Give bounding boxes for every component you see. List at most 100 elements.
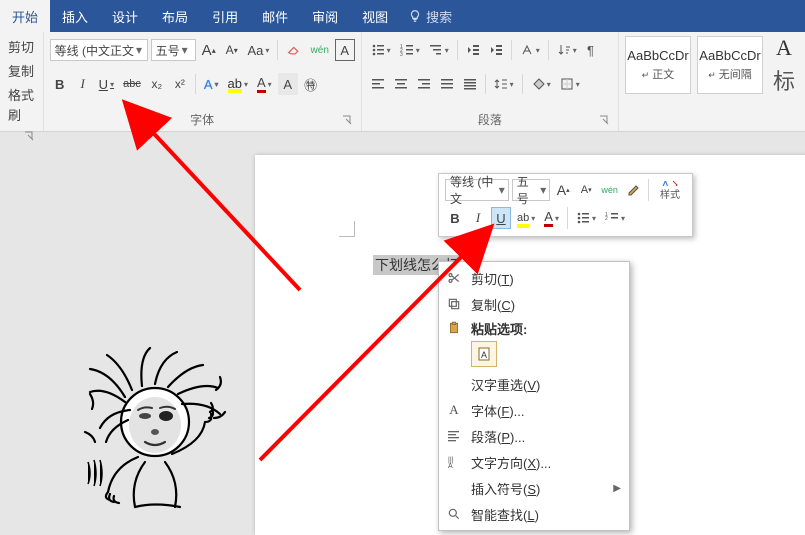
style-preview: AaBbCcDr	[699, 48, 760, 63]
paste-text-icon: A	[476, 346, 492, 362]
mini-font-color[interactable]: A	[541, 207, 562, 229]
mini-bullets[interactable]	[573, 207, 599, 229]
sort-button[interactable]	[554, 39, 580, 61]
bold-button[interactable]: B	[50, 73, 70, 95]
phonetic-guide-button[interactable]: wén	[308, 39, 332, 61]
align-right-button[interactable]	[414, 73, 434, 95]
paragraph-launcher-icon[interactable]	[598, 114, 612, 128]
tell-me-label: 搜索	[426, 7, 452, 26]
line-spacing-button[interactable]	[491, 73, 517, 95]
increase-indent-button[interactable]	[486, 39, 506, 61]
show-marks-button[interactable]: ¶	[583, 39, 603, 61]
line-spacing-icon	[494, 77, 508, 91]
shrink-font-button[interactable]: A▾	[222, 39, 242, 61]
copy-button[interactable]: 复制	[6, 60, 37, 84]
underline-button[interactable]: U	[96, 73, 117, 95]
ctx-font[interactable]: A 字体(F)...	[439, 397, 629, 423]
paragraph-group: 123 ¶	[362, 32, 619, 131]
tab-design[interactable]: 设计	[100, 0, 150, 32]
text-direction-icon: |||A	[445, 455, 463, 469]
font-size-combo[interactable]: 五号▾	[151, 39, 196, 61]
mini-font-size-combo[interactable]: 五号▾	[512, 179, 551, 201]
tab-review[interactable]: 审阅	[300, 0, 350, 32]
align-justify-button[interactable]	[437, 73, 457, 95]
font-color-button[interactable]: A	[254, 73, 275, 95]
mini-toolbar: 等线 (中文▾ 五号▾ A▴ A▾ wén A 样式 B I U ab A 12	[438, 173, 693, 237]
mini-shrink-font[interactable]: A▾	[576, 179, 596, 201]
clipboard-launcher-icon[interactable]	[23, 130, 37, 144]
paragraph-group-label: 段落	[368, 109, 612, 129]
style-normal[interactable]: AaBbCcDr ↵ 正文	[625, 36, 691, 94]
font-launcher-icon[interactable]	[341, 114, 355, 128]
multilevel-icon	[429, 43, 443, 57]
paste-keep-text-button[interactable]: A	[471, 341, 497, 367]
mini-highlight[interactable]: ab	[514, 207, 538, 229]
svg-text:A: A	[448, 463, 453, 469]
mini-phonetic[interactable]: wén	[599, 179, 620, 201]
shading-button[interactable]	[528, 73, 554, 95]
char-shading-button[interactable]: A	[278, 73, 298, 95]
format-painter-button[interactable]: 格式刷	[6, 84, 37, 128]
mini-underline[interactable]: U	[491, 207, 511, 229]
separator	[648, 179, 649, 201]
separator	[548, 40, 549, 60]
ctx-chinese-reselect[interactable]: 汉字重选(V)	[439, 371, 629, 397]
tab-insert[interactable]: 插入	[50, 0, 100, 32]
svg-text:A: A	[481, 350, 487, 360]
character-border-button[interactable]: A	[335, 39, 355, 61]
italic-button[interactable]: I	[73, 73, 93, 95]
mini-bold[interactable]: B	[445, 207, 465, 229]
ctx-paste-options: A	[439, 339, 629, 371]
borders-button[interactable]	[557, 73, 583, 95]
ctx-insert-symbol[interactable]: 插入符号(S) ▶	[439, 475, 629, 501]
mini-styles[interactable]: A 样式	[654, 179, 686, 201]
ctx-text-direction[interactable]: |||A 文字方向(X)...	[439, 449, 629, 475]
tab-home[interactable]: 开始	[0, 0, 50, 32]
numbering-icon: 123	[400, 43, 414, 57]
mini-format-painter[interactable]	[623, 179, 643, 201]
separator	[511, 40, 512, 60]
font-name-value: 等线 (中文正文	[55, 42, 134, 59]
grow-font-button[interactable]: A▴	[199, 39, 219, 61]
tell-me-search[interactable]: 搜索	[400, 0, 452, 32]
borders-icon	[560, 77, 574, 91]
align-distribute-button[interactable]	[460, 73, 480, 95]
mini-numbering[interactable]: 12	[602, 207, 628, 229]
submenu-arrow-icon: ▶	[613, 483, 621, 494]
tab-view[interactable]: 视图	[350, 0, 400, 32]
style-heading-partial[interactable]: A 标	[769, 36, 799, 94]
align-left-button[interactable]	[368, 73, 388, 95]
text-effects-button[interactable]: A	[201, 73, 222, 95]
ctx-copy[interactable]: 复制(C)	[439, 291, 629, 317]
distribute-icon	[463, 77, 477, 91]
clear-formatting-button[interactable]	[283, 39, 305, 61]
margin-corner-icon	[339, 221, 355, 237]
decrease-indent-button[interactable]	[463, 39, 483, 61]
font-a-icon: A	[445, 402, 463, 418]
ctx-paragraph[interactable]: 段落(P)...	[439, 423, 629, 449]
strikethrough-button[interactable]: abc	[120, 73, 144, 95]
mini-font-name-combo[interactable]: 等线 (中文▾	[445, 179, 509, 201]
bullets-button[interactable]	[368, 39, 394, 61]
ctx-smart-lookup[interactable]: 智能查找(L)	[439, 501, 629, 527]
mini-grow-font[interactable]: A▴	[553, 179, 573, 201]
separator	[277, 40, 278, 60]
subscript-button[interactable]: x₂	[147, 73, 167, 95]
style-no-spacing[interactable]: AaBbCcDr ↵ 无间隔	[697, 36, 763, 94]
numbering-button[interactable]: 123	[397, 39, 423, 61]
tab-layout[interactable]: 布局	[150, 0, 200, 32]
ribbon-tabs: 开始 插入 设计 布局 引用 邮件 审阅 视图 搜索	[0, 0, 805, 32]
superscript-button[interactable]: x²	[170, 73, 190, 95]
asian-layout-button[interactable]	[517, 39, 543, 61]
font-name-combo[interactable]: 等线 (中文正文▾	[50, 39, 148, 61]
highlight-button[interactable]: ab	[225, 73, 251, 95]
enclose-chars-button[interactable]: ㊕	[301, 73, 321, 95]
tab-references[interactable]: 引用	[200, 0, 250, 32]
tab-mailings[interactable]: 邮件	[250, 0, 300, 32]
change-case-button[interactable]: Aa	[245, 39, 272, 61]
cut-button[interactable]: 剪切	[6, 36, 37, 60]
mini-italic[interactable]: I	[468, 207, 488, 229]
ctx-cut[interactable]: 剪切(T)	[439, 265, 629, 291]
multilevel-list-button[interactable]	[426, 39, 452, 61]
align-center-button[interactable]	[391, 73, 411, 95]
